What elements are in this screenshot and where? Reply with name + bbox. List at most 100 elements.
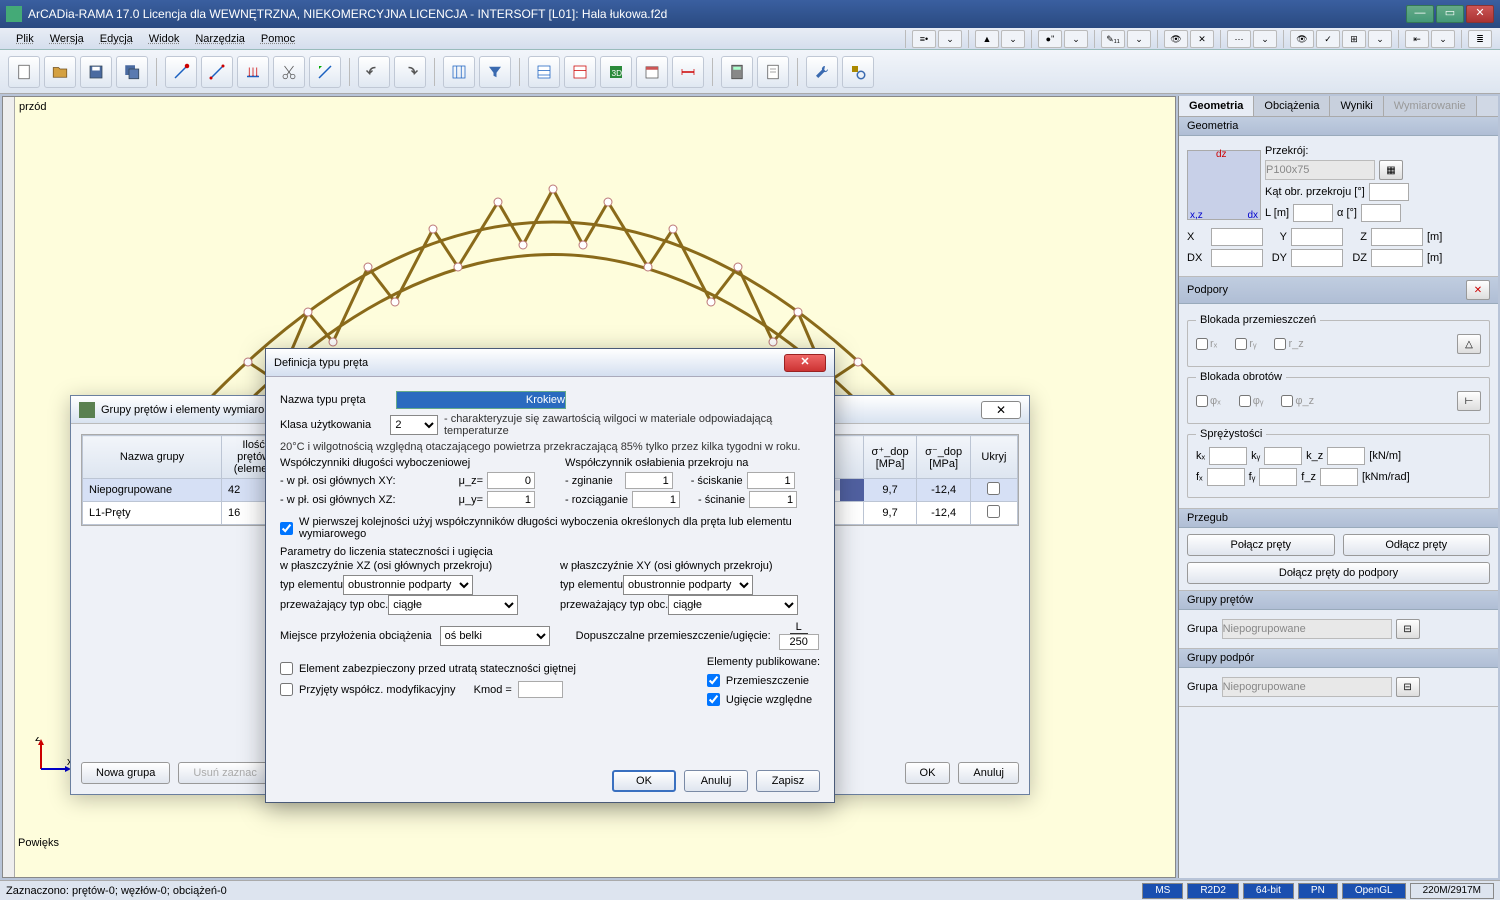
new-file-icon[interactable] — [8, 56, 40, 88]
tab-wyniki[interactable]: Wyniki — [1330, 96, 1383, 116]
lock-ry[interactable] — [1235, 338, 1247, 350]
menu-pomoc[interactable]: Pomoc — [253, 31, 303, 47]
table-2-icon[interactable] — [564, 56, 596, 88]
grid-icon[interactable] — [443, 56, 475, 88]
y-input[interactable] — [1291, 228, 1343, 246]
lock-fx[interactable] — [1196, 395, 1208, 407]
rozciaganie-input[interactable] — [632, 491, 680, 508]
view-tool-9[interactable]: ✓ — [1316, 30, 1340, 48]
table-1-icon[interactable] — [528, 56, 560, 88]
angle-input[interactable] — [1369, 183, 1409, 201]
priority-checkbox[interactable] — [280, 522, 293, 535]
maximize-button[interactable]: ▭ — [1436, 5, 1464, 23]
view-tool-1-dd[interactable]: ⌄ — [938, 30, 962, 48]
status-r2d2[interactable]: R2D2 — [1187, 883, 1239, 899]
view-tool-1[interactable]: ≡• — [912, 30, 936, 48]
tab-obciazenia[interactable]: Obciążenia — [1254, 96, 1330, 116]
dimension-icon[interactable] — [309, 56, 341, 88]
cross-props-button[interactable]: ▦ — [1379, 160, 1403, 180]
fz2-input[interactable] — [1320, 468, 1358, 486]
save-as-icon[interactable] — [116, 56, 148, 88]
grupy-pretow-button[interactable]: ⊟ — [1396, 619, 1420, 639]
dolacz-button[interactable]: Dołącz pręty do podpory — [1187, 562, 1490, 584]
report-icon[interactable] — [757, 56, 789, 88]
view-tool-10[interactable]: ⊞ — [1342, 30, 1366, 48]
sciskanie-input[interactable] — [747, 472, 795, 489]
groups-ok-button[interactable]: OK — [905, 762, 951, 784]
usun-button[interactable]: Usuń zaznac — [178, 762, 272, 784]
typ-el-xz-select[interactable]: obustronnie podparty — [343, 575, 473, 595]
view-tool-10-dd[interactable]: ⌄ — [1368, 30, 1392, 48]
view-tool-3-dd[interactable]: ⌄ — [1064, 30, 1088, 48]
def-zapisz-button[interactable]: Zapisz — [756, 770, 820, 792]
dy-input[interactable] — [1291, 249, 1343, 267]
menu-widok[interactable]: Widok — [141, 31, 188, 47]
usage-class-select[interactable]: 2 — [390, 415, 438, 435]
przew-xz-select[interactable]: ciągłe — [388, 595, 518, 615]
kz-input[interactable] — [1327, 447, 1365, 465]
hide-checkbox-1[interactable] — [987, 505, 1000, 518]
status-64bit[interactable]: 64-bit — [1243, 883, 1294, 899]
z-input[interactable] — [1371, 228, 1423, 246]
view-tool-11-dd[interactable]: ⌄ — [1431, 30, 1455, 48]
fy2-input[interactable] — [1259, 468, 1297, 486]
settings-icon[interactable] — [842, 56, 874, 88]
przem-checkbox[interactable] — [707, 674, 720, 687]
menu-wersja[interactable]: Wersja — [42, 31, 92, 47]
tab-geometria[interactable]: Geometria — [1179, 96, 1254, 116]
lock-fz[interactable] — [1281, 395, 1293, 407]
view-tool-4[interactable]: ✎₁₁ — [1101, 30, 1125, 48]
view-tool-8[interactable]: 👁 — [1290, 30, 1314, 48]
groups-close-button[interactable]: ✕ — [981, 401, 1021, 419]
deflection-denom-input[interactable] — [779, 634, 819, 650]
length-input[interactable] — [1293, 204, 1333, 222]
nowa-grupa-button[interactable]: Nowa grupa — [81, 762, 170, 784]
lock-rz[interactable] — [1274, 338, 1286, 350]
zginanie-input[interactable] — [625, 472, 673, 489]
wrench-icon[interactable] — [806, 56, 838, 88]
scinanie-input[interactable] — [749, 491, 797, 508]
3d-icon[interactable]: 3D — [600, 56, 632, 88]
view-tool-3[interactable]: ●" — [1038, 30, 1062, 48]
close-button[interactable]: ✕ — [1466, 5, 1494, 23]
x-input[interactable] — [1211, 228, 1263, 246]
przew-xy-select[interactable]: ciągłe — [668, 595, 798, 615]
view-tool-2-dd[interactable]: ⌄ — [1001, 30, 1025, 48]
view-tool-7-dd[interactable]: ⌄ — [1253, 30, 1277, 48]
cut-icon[interactable] — [273, 56, 305, 88]
podpory-remove-button[interactable]: ✕ — [1466, 280, 1490, 300]
view-tool-6[interactable]: ✕ — [1190, 30, 1214, 48]
groups-anuluj-button[interactable]: Anuluj — [958, 762, 1019, 784]
bar-type-name-input[interactable] — [396, 391, 566, 409]
alpha-input[interactable] — [1361, 204, 1401, 222]
support-type-button[interactable]: △ — [1457, 334, 1481, 354]
menu-narzedzia[interactable]: Narzędzia — [187, 31, 253, 47]
ky-input[interactable] — [1264, 447, 1302, 465]
node-tool-icon[interactable] — [165, 56, 197, 88]
fx2-input[interactable] — [1207, 468, 1245, 486]
odlacz-button[interactable]: Odłącz pręty — [1343, 534, 1491, 556]
ugiecie-checkbox[interactable] — [707, 693, 720, 706]
definition-close-button[interactable]: ✕ — [784, 354, 826, 372]
load-tool-icon[interactable] — [237, 56, 269, 88]
minimize-button[interactable]: — — [1406, 5, 1434, 23]
tab-wymiarowanie[interactable]: Wymiarowanie — [1384, 96, 1477, 116]
def-ok-button[interactable]: OK — [612, 770, 676, 792]
grupa-pretow-select[interactable] — [1222, 619, 1392, 639]
def-anuluj-button[interactable]: Anuluj — [684, 770, 748, 792]
cross-section-select[interactable] — [1265, 160, 1375, 180]
menu-edycja[interactable]: Edycja — [92, 31, 141, 47]
miejsce-select[interactable]: oś belki — [440, 626, 550, 646]
view-tool-11[interactable]: ⇤ — [1405, 30, 1429, 48]
view-tool-4-dd[interactable]: ⌄ — [1127, 30, 1151, 48]
filter-icon[interactable] — [479, 56, 511, 88]
lock-fy[interactable] — [1239, 395, 1251, 407]
dx-input[interactable] — [1211, 249, 1263, 267]
lock-rx[interactable] — [1196, 338, 1208, 350]
status-ms[interactable]: MS — [1142, 883, 1183, 899]
view-tool-12[interactable]: ≣ — [1468, 30, 1492, 48]
open-file-icon[interactable] — [44, 56, 76, 88]
rotation-type-button[interactable]: ⊢ — [1457, 391, 1481, 411]
dz-input[interactable] — [1371, 249, 1423, 267]
mu-z-input[interactable] — [487, 472, 535, 489]
